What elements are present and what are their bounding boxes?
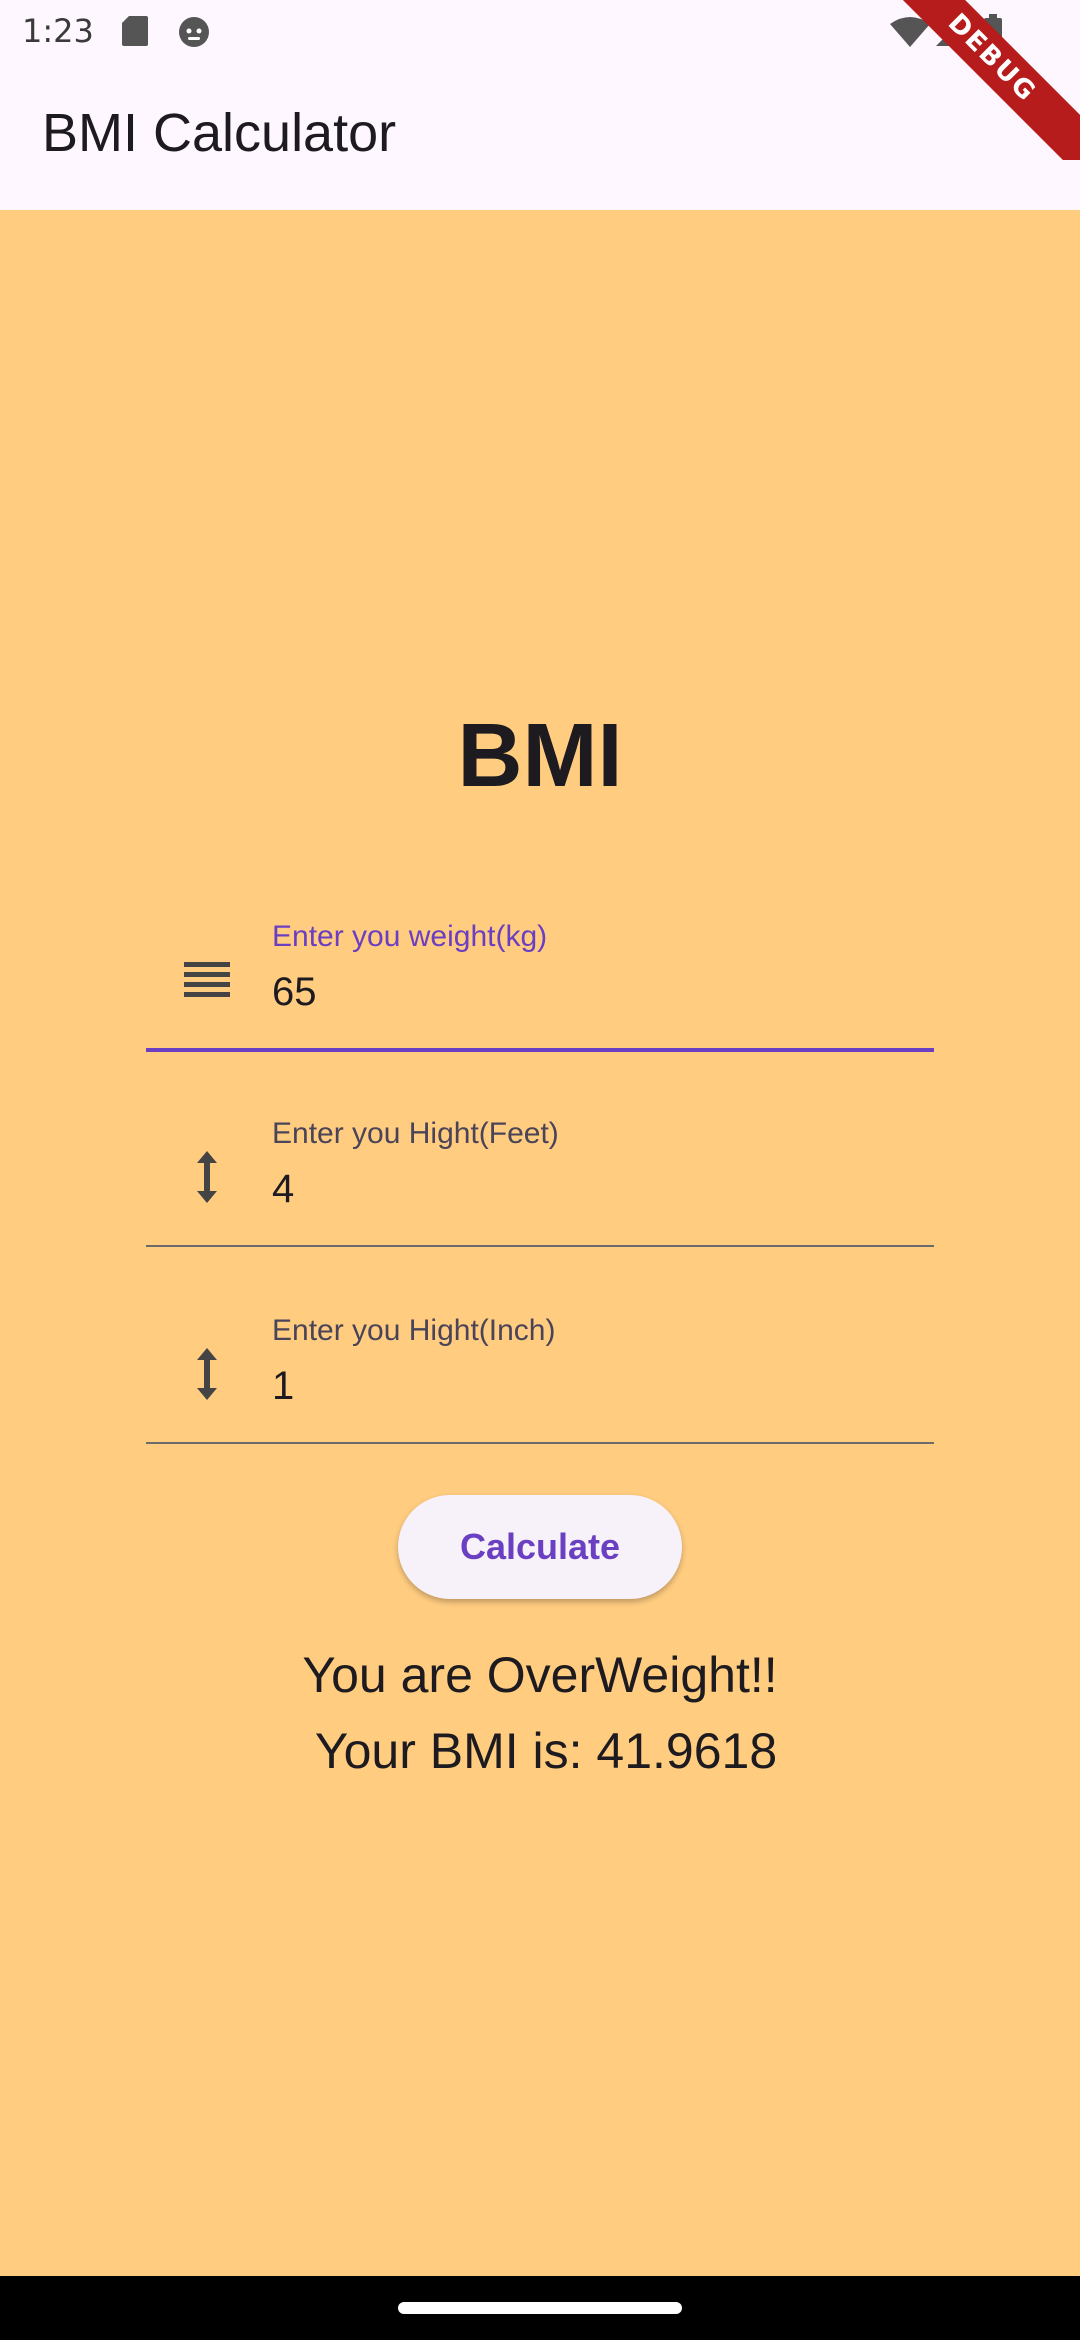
battery-icon: [984, 14, 1002, 48]
height-feet-input[interactable]: [272, 1161, 912, 1217]
weight-input[interactable]: [272, 964, 912, 1020]
status-time: 1:23: [22, 12, 94, 50]
height-feet-field[interactable]: Enter you Hight(Feet): [146, 1095, 934, 1247]
height-inch-input[interactable]: [272, 1358, 912, 1414]
weight-field[interactable]: Enter you weight(kg): [146, 898, 934, 1052]
weight-lines-icon: [184, 962, 230, 997]
navigation-bar: [0, 2276, 1080, 2340]
sd-card-icon: [122, 16, 148, 46]
cell-signal-icon: [936, 16, 966, 46]
height-inch-label: Enter you Hight(Inch): [272, 1314, 556, 1347]
result-bmi-text: Your BMI is: 41.9618: [314, 1723, 778, 1779]
app-title: BMI Calculator: [42, 103, 397, 163]
wifi-icon: [890, 17, 930, 47]
result-status-text: You are OverWeight!!: [302, 1647, 778, 1703]
vertical-arrows-icon: [197, 1151, 217, 1203]
home-indicator[interactable]: [398, 2302, 682, 2314]
status-bar: 1:23: [0, 0, 1080, 62]
height-inch-field[interactable]: Enter you Hight(Inch): [146, 1292, 934, 1444]
calculate-button[interactable]: Calculate: [398, 1495, 682, 1599]
robot-face-icon: [179, 17, 209, 47]
weight-field-label: Enter you weight(kg): [272, 920, 548, 953]
page-title: BMI: [457, 706, 623, 806]
height-feet-label: Enter you Hight(Feet): [272, 1117, 559, 1150]
app-bar: BMI Calculator: [0, 62, 1080, 210]
vertical-arrows-icon: [197, 1348, 217, 1400]
